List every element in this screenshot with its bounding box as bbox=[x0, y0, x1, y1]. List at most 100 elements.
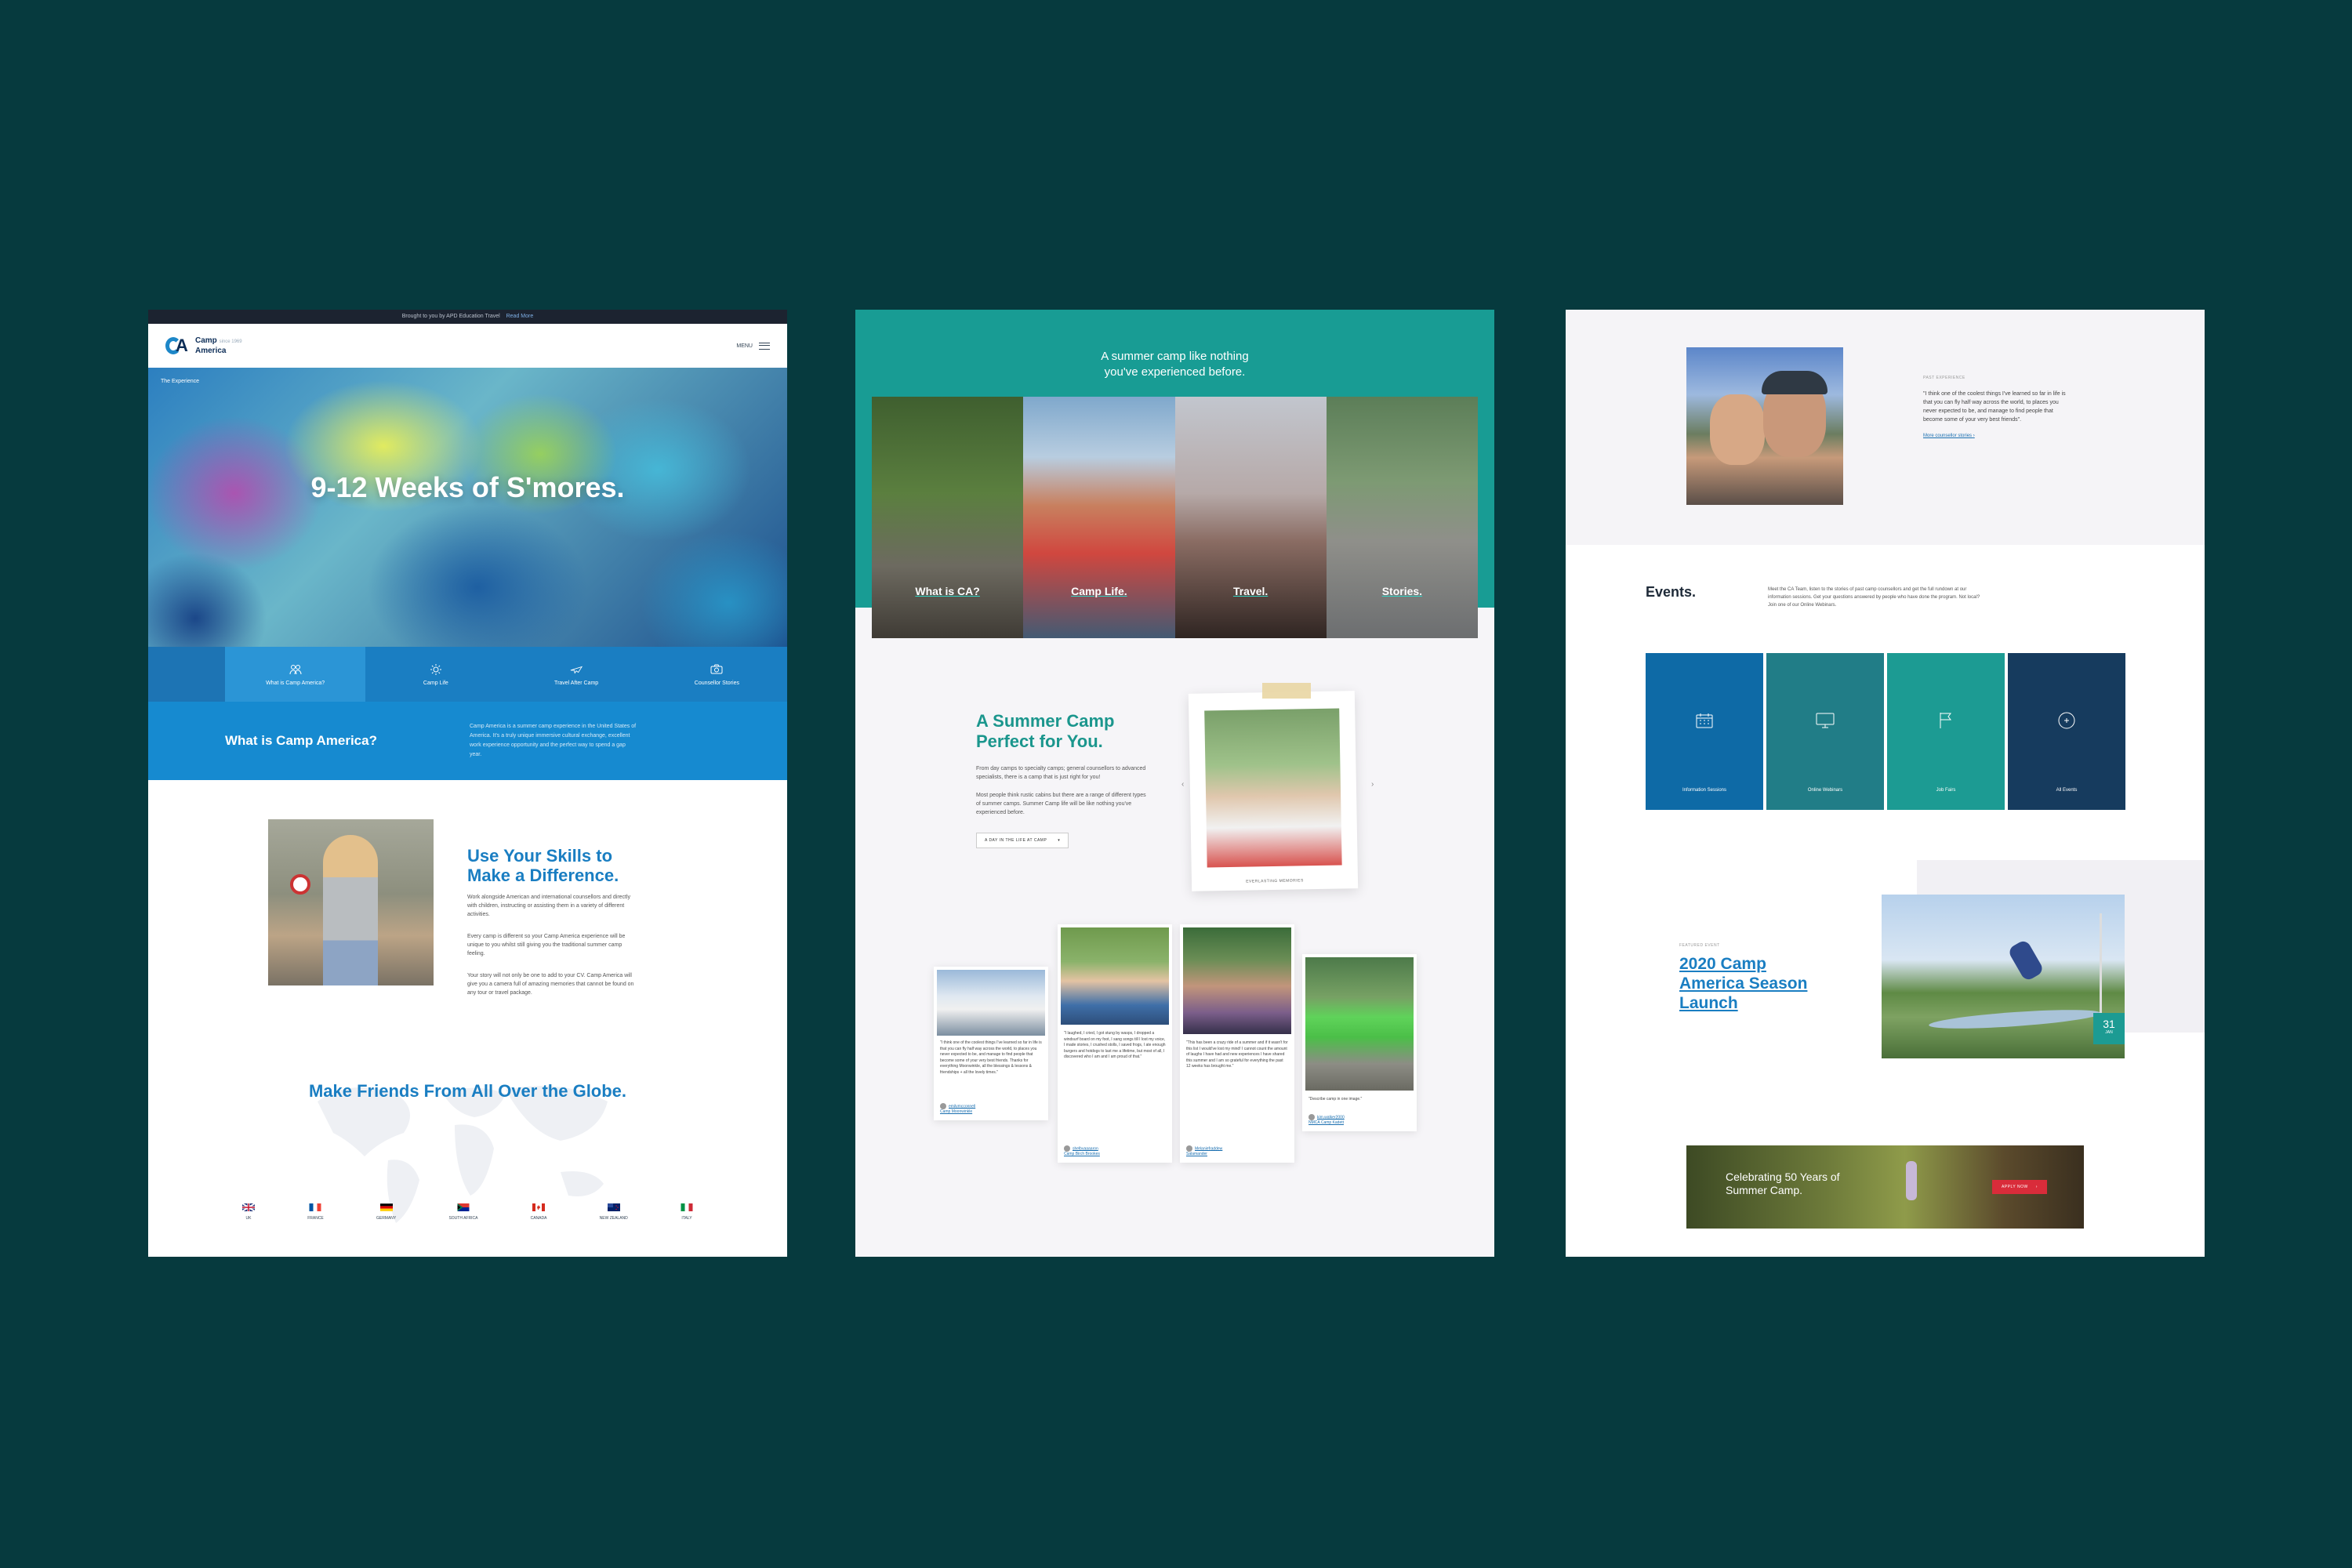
country-label: CANADA bbox=[530, 1216, 547, 1221]
featured-event-photo bbox=[1882, 895, 2125, 1058]
featured-kicker: FEATURED EVENT bbox=[1679, 943, 1720, 948]
tile-label: Travel. bbox=[1232, 585, 1269, 597]
tab-label: Travel After Camp bbox=[554, 680, 599, 686]
social-card[interactable]: "Describe camp in one image." kim.walker… bbox=[1302, 954, 1417, 1131]
card-user[interactable]: shelbyaaaaron Camp Birch Brookes bbox=[1064, 1145, 1100, 1156]
tile-label: Camp Life. bbox=[1071, 585, 1127, 597]
country-germany[interactable]: GERMANY bbox=[376, 1203, 396, 1221]
hamburger-icon bbox=[759, 342, 770, 350]
camp-america-logo[interactable]: A Camp since 1969 America bbox=[165, 336, 242, 355]
tile-what-is-ca[interactable]: What is CA? bbox=[872, 397, 1024, 638]
events-title: Events. bbox=[1646, 584, 1697, 600]
menu-label: MENU bbox=[736, 343, 753, 349]
country-new-zealand[interactable]: NEW ZEALAND bbox=[600, 1203, 628, 1221]
tab-travel-after-camp[interactable]: Travel After Camp bbox=[506, 647, 647, 702]
hero-title: 9-12 Weeks of S'mores. bbox=[310, 471, 625, 503]
plane-icon bbox=[570, 663, 583, 676]
social-card[interactable]: "I think one of the coolest things I've … bbox=[934, 967, 1048, 1120]
avatar bbox=[940, 1103, 946, 1109]
globe-section: Make Friends From All Over the Globe. UK… bbox=[148, 1070, 787, 1257]
flag-icon bbox=[1935, 710, 1957, 731]
card-camp: Camp Moonwinkle bbox=[940, 1109, 973, 1114]
calendar-icon bbox=[1693, 710, 1715, 731]
counsellor-photo bbox=[268, 819, 434, 985]
card-user[interactable]: kim.walker2000 NMCA Camp Kadett bbox=[1308, 1114, 1345, 1125]
tile-label: What is CA? bbox=[915, 585, 980, 597]
carousel-next-icon[interactable]: › bbox=[1371, 780, 1374, 789]
category-tiles: What is CA? Camp Life. Travel. Stories. bbox=[872, 397, 1478, 638]
tab-label: What is Camp America? bbox=[266, 680, 325, 686]
country-south-africa[interactable]: SOUTH AFRICA bbox=[448, 1203, 477, 1221]
tile-travel[interactable]: Travel. bbox=[1174, 397, 1327, 638]
card-user[interactable]: emilymcconnell Camp Moonwinkle bbox=[940, 1103, 975, 1114]
tile-camp-life[interactable]: Camp Life. bbox=[1023, 397, 1175, 638]
uk-flag-icon bbox=[242, 1203, 255, 1211]
country-france[interactable]: FRANCE bbox=[307, 1203, 324, 1221]
card-camp: NMCA Camp Kadett bbox=[1308, 1120, 1345, 1125]
tile-all-events[interactable]: All Events bbox=[2008, 653, 2125, 810]
menu-button[interactable]: MENU bbox=[736, 342, 770, 350]
sun-icon bbox=[430, 663, 442, 676]
card-camp: Camp Birch Brookes bbox=[1064, 1152, 1100, 1156]
archery-target-icon bbox=[290, 874, 310, 895]
tab-counsellor-stories[interactable]: Counsellor Stories bbox=[647, 647, 787, 702]
story-quote-block: PAST EXPERIENCE "I think one of the cool… bbox=[1923, 376, 2069, 438]
events-panel: PAST EXPERIENCE "I think one of the cool… bbox=[1566, 310, 2205, 1257]
anniversary-banner: Celebrating 50 Years of Summer Camp. APP… bbox=[1686, 1145, 2084, 1229]
tab-what-is-camp-america[interactable]: What is Camp America? bbox=[225, 647, 366, 702]
country-label: UK bbox=[245, 1216, 252, 1221]
headline: A summer camp like nothing you've experi… bbox=[855, 349, 1494, 380]
globe-title: Make Friends From All Over the Globe. bbox=[308, 1081, 627, 1101]
tile-stories[interactable]: Stories. bbox=[1326, 397, 1478, 638]
card-image bbox=[1305, 957, 1414, 1091]
what-body: Camp America is a summer camp experience… bbox=[470, 724, 637, 757]
headline-text: A summer camp like nothing you've experi… bbox=[1101, 350, 1249, 379]
events-body: Meet the CA Team, listen to the stories … bbox=[1768, 587, 1980, 608]
skills-section: Use Your Skills to Make a Difference. Wo… bbox=[148, 780, 787, 1109]
card-user[interactable]: Melaniefraddew Salamander bbox=[1186, 1145, 1222, 1156]
country-label: ITALY bbox=[681, 1216, 692, 1221]
event-type-tiles: Information Sessions Online Webinars Job… bbox=[1646, 653, 2125, 810]
day-in-life-button[interactable]: A DAY IN THE LIFE AT CAMP ▾ bbox=[976, 833, 1069, 848]
country-uk[interactable]: UK bbox=[242, 1203, 255, 1221]
tab-spacer bbox=[148, 647, 225, 702]
social-card[interactable]: "This has been a crazy ride of a summer … bbox=[1180, 924, 1294, 1163]
read-more-link[interactable]: Read More bbox=[506, 314, 534, 319]
france-flag-icon bbox=[309, 1203, 321, 1211]
event-month: JAN bbox=[2105, 1030, 2113, 1035]
tab-camp-life[interactable]: Camp Life bbox=[365, 647, 506, 702]
more-stories-link[interactable]: More counsellor stories › bbox=[1923, 434, 2069, 438]
featured-event-title[interactable]: 2020 Camp America Season Launch bbox=[1679, 954, 1828, 1013]
caret-down-icon: ▾ bbox=[1058, 838, 1061, 843]
tile-label: Job Fairs bbox=[1936, 788, 1956, 793]
card-image bbox=[937, 970, 1045, 1036]
monitor-icon bbox=[1814, 710, 1836, 731]
country-label: NEW ZEALAND bbox=[599, 1216, 628, 1221]
camera-icon bbox=[710, 663, 723, 676]
plus-circle-icon bbox=[2056, 710, 2078, 731]
card-username: emilymcconnell bbox=[949, 1104, 976, 1109]
social-card[interactable]: "I laughed, I cried, I got stung by wasp… bbox=[1058, 924, 1172, 1163]
ca-logo-mark: A bbox=[165, 336, 191, 355]
hero-banner: The Experience 9-12 Weeks of S'mores. bbox=[148, 368, 787, 647]
what-title: What is Camp America? bbox=[225, 733, 377, 748]
carousel-prev-icon[interactable]: ‹ bbox=[1181, 780, 1184, 789]
homepage-panel: Brought to you by APD Education Travel R… bbox=[148, 310, 787, 1257]
country-canada[interactable]: CANADA bbox=[530, 1203, 547, 1221]
card-username: Melaniefraddew bbox=[1195, 1146, 1223, 1152]
hiker-figure bbox=[1906, 1161, 1917, 1200]
polaroid-photo: EVERLASTING MEMORIES bbox=[1188, 691, 1359, 891]
breadcrumb[interactable]: The Experience bbox=[161, 379, 199, 384]
tile-information-sessions[interactable]: Information Sessions bbox=[1646, 653, 1763, 810]
apply-now-button[interactable]: APPLY NOW › bbox=[1992, 1180, 2047, 1194]
card-image bbox=[1183, 927, 1291, 1034]
arrow-right-icon: › bbox=[2035, 1185, 2038, 1189]
country-label: FRANCE bbox=[307, 1216, 324, 1221]
tile-label: Stories. bbox=[1381, 585, 1423, 597]
skills-title: Use Your Skills to Make a Difference. bbox=[467, 846, 619, 885]
people-icon bbox=[289, 663, 302, 676]
country-italy[interactable]: ITALY bbox=[681, 1203, 693, 1221]
tile-online-webinars[interactable]: Online Webinars bbox=[1766, 653, 1884, 810]
polaroid-caption: EVERLASTING MEMORIES bbox=[1246, 878, 1304, 884]
tile-job-fairs[interactable]: Job Fairs bbox=[1887, 653, 2005, 810]
